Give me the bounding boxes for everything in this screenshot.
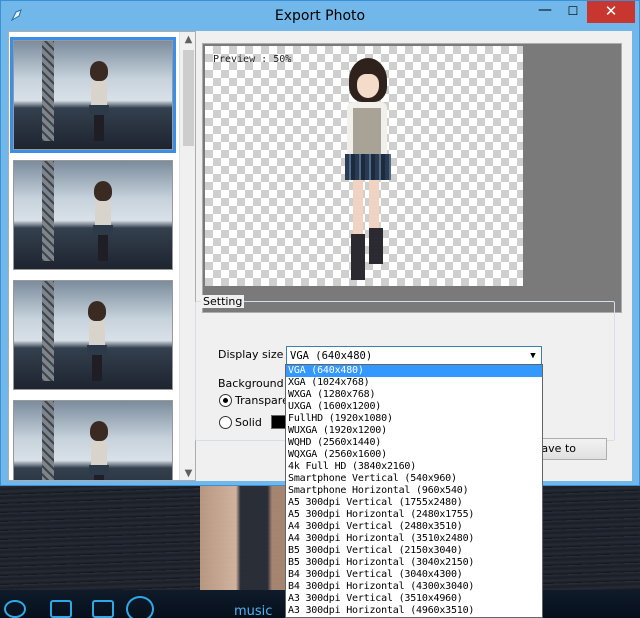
- dropdown-option[interactable]: UXGA (1600x1200): [286, 401, 542, 413]
- maximize-icon: ☐: [567, 4, 579, 18]
- dropdown-option[interactable]: VGA (640x480): [286, 365, 542, 377]
- dropdown-option[interactable]: A3 300dpi Horizontal (4960x3510): [286, 605, 542, 617]
- dropdown-option[interactable]: B5 300dpi Horizontal (3040x2150): [286, 557, 542, 569]
- preview-panel: Preview : 50%: [202, 43, 622, 313]
- thumbnail-item[interactable]: [13, 280, 173, 390]
- thumbnail-item[interactable]: [13, 160, 173, 270]
- display-size-label: Display size: [218, 348, 284, 361]
- transparent-radio[interactable]: [219, 394, 232, 407]
- rewind-icon[interactable]: [50, 600, 72, 618]
- background-label: Background: [218, 377, 284, 390]
- chevron-down-icon[interactable]: ▼: [525, 347, 541, 365]
- dropdown-option[interactable]: Smartphone Horizontal (960x540): [286, 485, 542, 497]
- thumbnail-scrollbar[interactable]: ▲ ▼: [179, 32, 195, 480]
- dropdown-option[interactable]: B4 300dpi Horizontal (4300x3040): [286, 581, 542, 593]
- scrollbar-thumb[interactable]: [183, 50, 194, 146]
- preview-zoom-label: Preview : 50%: [213, 54, 292, 65]
- playback-icon[interactable]: [4, 600, 26, 618]
- dropdown-option[interactable]: WQHD (2560x1440): [286, 437, 542, 449]
- thumbnail-list[interactable]: ▲ ▼: [8, 31, 196, 481]
- dropdown-option[interactable]: A5 300dpi Vertical (1755x2480): [286, 497, 542, 509]
- dropdown-option[interactable]: A3 300dpi Vertical (3510x4960): [286, 593, 542, 605]
- solid-radio[interactable]: [219, 416, 232, 429]
- scroll-up-icon[interactable]: ▲: [180, 34, 195, 45]
- dropdown-option[interactable]: B4 300dpi Vertical (3040x4300): [286, 569, 542, 581]
- dropdown-option[interactable]: WUXGA (1920x1200): [286, 425, 542, 437]
- dropdown-option[interactable]: B5 300dpi Vertical (2150x3040): [286, 545, 542, 557]
- stop-icon[interactable]: [92, 600, 114, 618]
- preview-canvas: Preview : 50%: [205, 46, 523, 286]
- dropdown-option[interactable]: Smartphone Vertical (540x960): [286, 473, 542, 485]
- character-figure: [343, 58, 393, 286]
- thumbnail-item[interactable]: [10, 37, 176, 153]
- display-size-dropdown[interactable]: VGA (640x480) XGA (1024x768) WXGA (1280x76…: [285, 364, 543, 618]
- thumbnail-item[interactable]: [13, 400, 173, 480]
- play-icon[interactable]: [126, 596, 154, 618]
- maximize-button[interactable]: ☐: [559, 1, 587, 23]
- close-button[interactable]: ✕: [587, 1, 635, 23]
- close-icon: ✕: [604, 2, 618, 20]
- dropdown-option[interactable]: FullHD (1920x1080): [286, 413, 542, 425]
- dropdown-option[interactable]: A5 300dpi Horizontal (2480x1755): [286, 509, 542, 521]
- dropdown-option[interactable]: 4k Full HD (3840x2160): [286, 461, 542, 473]
- dropdown-option[interactable]: WXGA (1280x768): [286, 389, 542, 401]
- title-bar[interactable]: Export Photo — ☐ ✕: [1, 1, 639, 31]
- display-size-select[interactable]: VGA (640x480) ▼: [286, 346, 542, 366]
- minimize-button[interactable]: —: [531, 1, 559, 23]
- display-size-value: VGA (640x480): [290, 350, 373, 362]
- setting-group-title: Setting: [201, 295, 245, 308]
- dropdown-option[interactable]: A4 300dpi Horizontal (3510x2480): [286, 533, 542, 545]
- dropdown-option[interactable]: WQXGA (2560x1600): [286, 449, 542, 461]
- music-label[interactable]: music: [234, 604, 272, 618]
- dropdown-option[interactable]: XGA (1024x768): [286, 377, 542, 389]
- dropdown-option[interactable]: A4 300dpi Vertical (2480x3510): [286, 521, 542, 533]
- minimize-icon: —: [538, 2, 552, 18]
- solid-label[interactable]: Solid: [235, 416, 262, 429]
- scroll-down-icon[interactable]: ▼: [180, 468, 195, 479]
